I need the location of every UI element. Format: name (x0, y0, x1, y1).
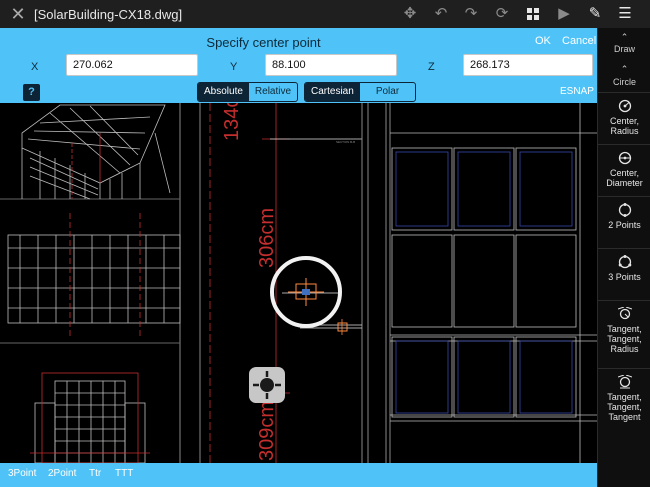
z-coordinate-input[interactable] (463, 54, 593, 76)
window-grid (390, 103, 597, 463)
dimension-label-bottom: 309cm (256, 401, 278, 461)
sidebar-item-tangent-tangent-tangent[interactable]: Tangent, Tangent, Tangent (598, 368, 650, 430)
window-frames (391, 147, 577, 418)
coordinate-mode-toggle: Absolute Relative (197, 82, 299, 102)
move-icon[interactable]: ✥ (399, 4, 421, 24)
sync-icon[interactable]: ⟳ (491, 4, 513, 24)
grid-icon[interactable] (522, 4, 544, 24)
ok-button[interactable]: OK (535, 35, 551, 47)
x-label: X (31, 61, 39, 73)
building-perspective-top (21, 104, 171, 200)
crosshair-target-icon (253, 371, 281, 399)
circle-2-points-icon (618, 203, 631, 217)
absolute-option[interactable]: Absolute (198, 83, 249, 101)
z-label: Z (428, 61, 435, 73)
circle-ttr-icon (617, 307, 632, 320)
dimension-label-middle: 306cm (256, 208, 278, 268)
tool-sidebar: ⌃ Draw ⌃ Circle Center, Radius Center, D… (597, 28, 650, 487)
snap-target-button[interactable] (249, 367, 285, 403)
x-coordinate-input[interactable] (66, 54, 198, 76)
option-2point[interactable]: 2Point (48, 468, 76, 479)
y-coordinate-input[interactable] (265, 54, 397, 76)
sidebar-item-3-points[interactable]: 3 Points (598, 248, 650, 300)
coordinate-system-toggle: Cartesian Polar (304, 82, 417, 102)
y-label: Y (230, 61, 238, 73)
menu-icon[interactable]: ☰ (614, 4, 636, 24)
pen-icon[interactable]: ✎ (584, 4, 606, 24)
relative-option[interactable]: Relative (249, 83, 297, 101)
building-tower-bottom (34, 380, 146, 463)
drawing-canvas[interactable]: 134cm 306cm 309cm SECTION B-B (0, 103, 597, 463)
undo-icon[interactable]: ↶ (430, 4, 452, 24)
dimension-label-top: 134cm (221, 103, 243, 141)
command-panel: Specify center point OK Cancel X Y Z ? A… (0, 28, 597, 103)
cancel-button[interactable]: Cancel (562, 35, 596, 47)
circle-ttt-icon (617, 375, 632, 389)
redo-icon[interactable]: ↷ (460, 4, 482, 24)
sidebar-group-draw[interactable]: Draw (598, 44, 650, 54)
option-ttr[interactable]: Ttr (89, 468, 101, 479)
sidebar-subgroup-circle[interactable]: Circle (598, 77, 650, 87)
option-3point[interactable]: 3Point (8, 468, 36, 479)
collapse-up-icon[interactable]: ⌃ (598, 32, 650, 43)
cad-drawing: 134cm 306cm 309cm SECTION B-B (0, 103, 597, 463)
close-icon[interactable]: ✕ (8, 4, 28, 24)
esnap-button[interactable]: ESNAP (560, 86, 594, 97)
circle-3-points-icon (618, 255, 631, 269)
cartesian-option[interactable]: Cartesian (305, 83, 360, 101)
circle-center-radius-icon (618, 99, 631, 113)
sidebar-item-center-diameter[interactable]: Center, Diameter (598, 144, 650, 196)
command-options-bar: 3Point 2Point Ttr TTT (0, 463, 597, 487)
section-tag: SECTION B-B (336, 140, 355, 144)
play-icon[interactable]: ▶ (553, 4, 575, 24)
sidebar-item-tangent-tangent-radius[interactable]: Tangent, Tangent, Radius (598, 300, 650, 362)
file-title: [SolarBuilding-CX18.dwg] (34, 7, 183, 22)
command-prompt: Specify center point (206, 35, 321, 50)
polar-option[interactable]: Polar (360, 83, 415, 101)
sidebar-item-2-points[interactable]: 2 Points (598, 196, 650, 248)
building-elevation-middle (7, 234, 181, 324)
option-ttt[interactable]: TTT (115, 468, 133, 479)
circle-center-diameter-icon (618, 151, 631, 165)
collapse-up-icon-2[interactable]: ⌃ (598, 64, 650, 75)
title-bar: ✕ [SolarBuilding-CX18.dwg] ✥ ↶ ↷ ⟳ ▶ ✎ ☰ (0, 0, 650, 29)
sidebar-item-center-radius[interactable]: Center, Radius (598, 92, 650, 144)
help-button[interactable]: ? (23, 84, 40, 101)
